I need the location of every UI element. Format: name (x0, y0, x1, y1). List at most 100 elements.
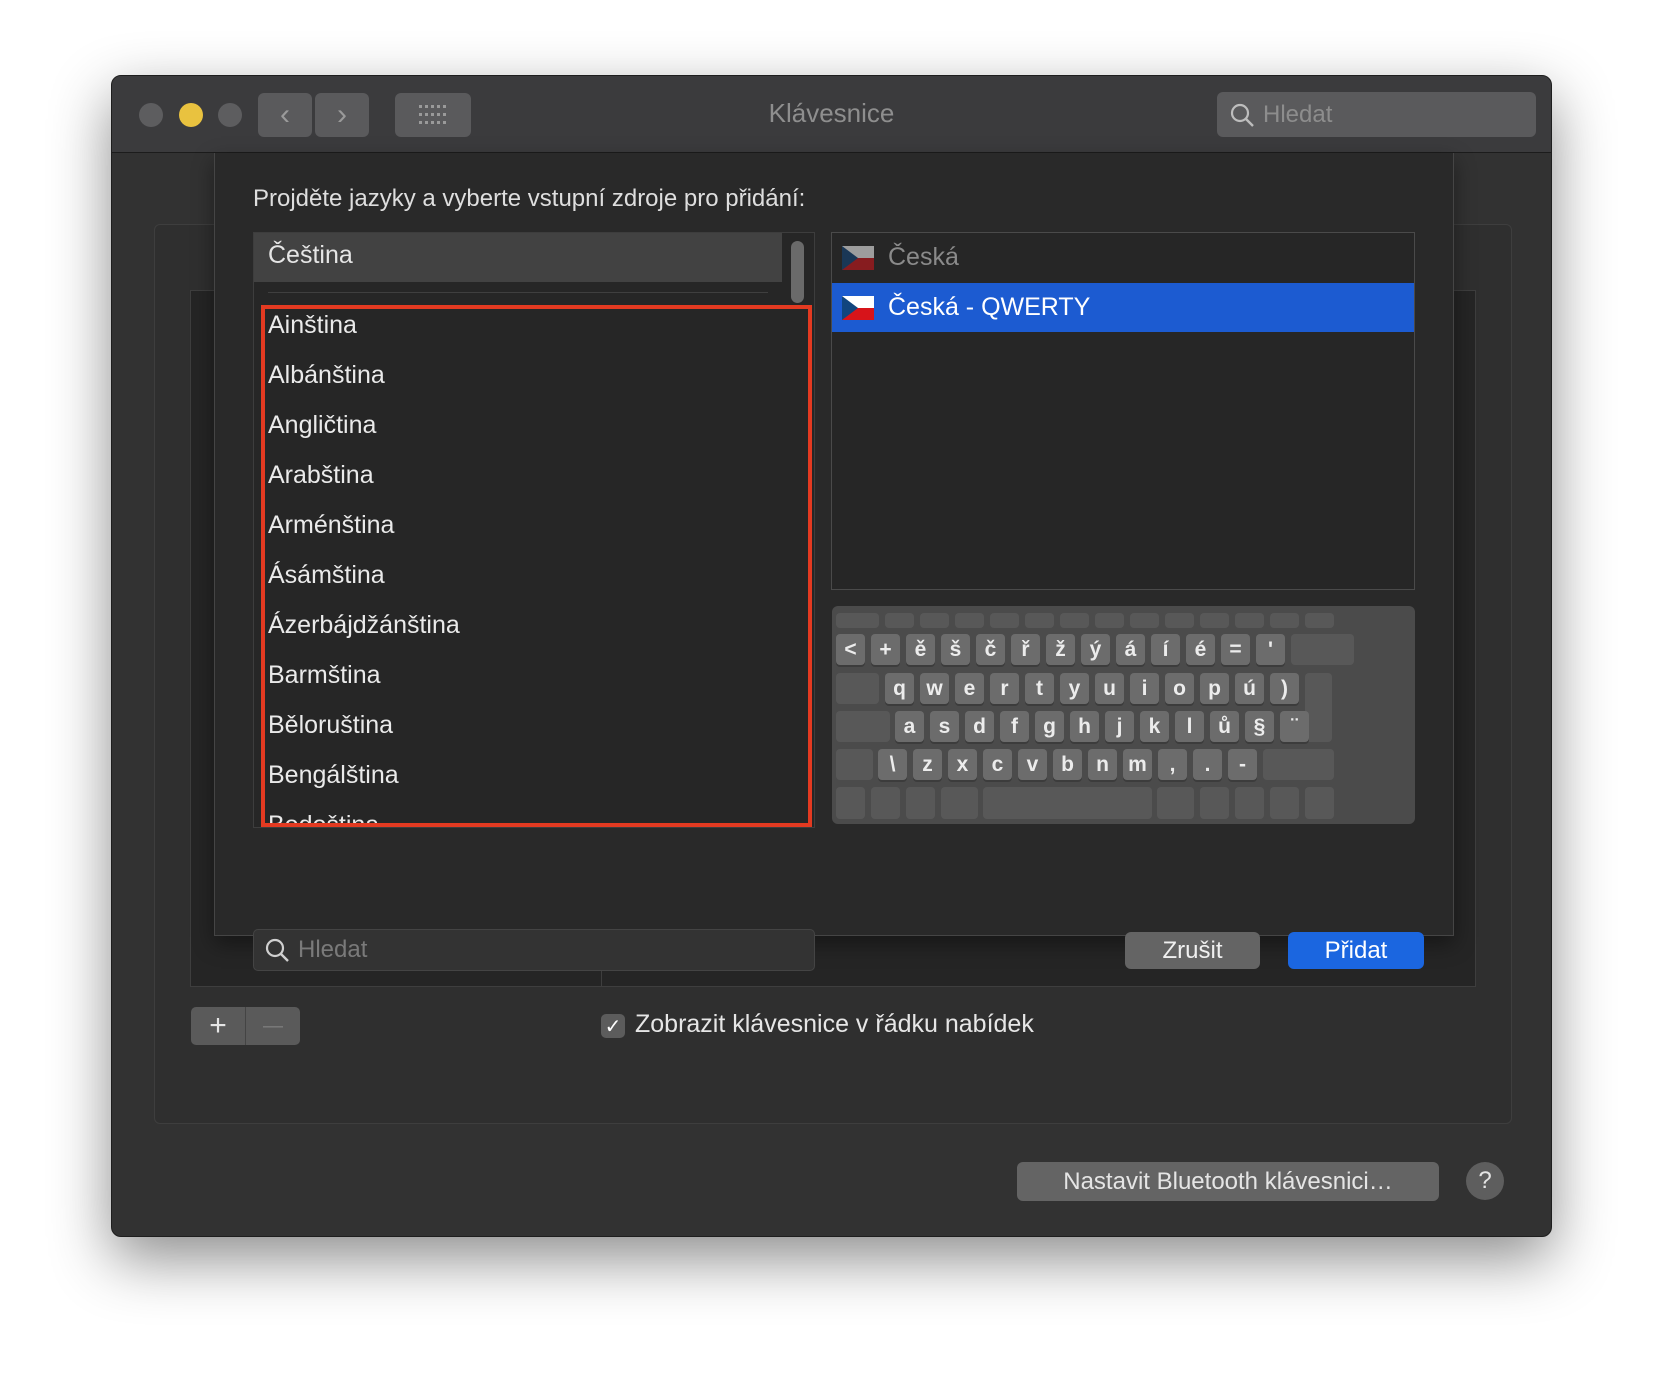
keyboard-key: c (983, 749, 1012, 780)
keyboard-key: é (1186, 634, 1215, 665)
keyboard-key: í (1151, 634, 1180, 665)
keyboard-key: ž (1046, 634, 1075, 665)
keyboard-blank-key (1157, 787, 1194, 819)
keyboard-key: - (1228, 749, 1257, 780)
keyboard-key: x (948, 749, 977, 780)
keyboard-blank-key (836, 749, 873, 780)
keyboard-key: u (1095, 673, 1124, 704)
scrollbar-thumb[interactable] (791, 241, 804, 303)
keyboard-key: j (1105, 711, 1134, 742)
help-button[interactable]: ? (1466, 1162, 1504, 1200)
add-source-button[interactable]: + (191, 1007, 246, 1045)
setup-bluetooth-keyboard-button[interactable]: Nastavit Bluetooth klávesnici… (1017, 1162, 1439, 1201)
keyboard-blank-key (920, 613, 949, 628)
keyboard-blank-key (1305, 787, 1334, 819)
keyboard-key: ¨ (1280, 711, 1309, 742)
keyboard-key: ř (1011, 634, 1040, 665)
keyboard-blank-key (836, 673, 879, 704)
keyboard-key: q (885, 673, 914, 704)
keyboard-key: l (1175, 711, 1204, 742)
keyboard-key: s (930, 711, 959, 742)
keyboard-layout-preview: < + ě š č ř ž ý á í é = ' q w e r t y u i o p ú) a s d f g h j k l ů § ¨ \ z x… (832, 606, 1415, 824)
keyboard-key: k (1140, 711, 1169, 742)
checkmark-icon: ✓ (604, 1015, 622, 1038)
keyboard-key: w (920, 673, 949, 704)
keyboard-blank-key (1235, 613, 1264, 628)
keyboard-blank-key (871, 787, 900, 819)
source-item-ceska[interactable]: Česká (832, 233, 1414, 282)
keyboard-blank-key (1165, 613, 1194, 628)
keyboard-blank-key (1270, 613, 1299, 628)
keyboard-blank-key (906, 787, 935, 819)
keyboard-key: ů (1210, 711, 1239, 742)
keyboard-key: b (1053, 749, 1082, 780)
keyboard-blank-key (1025, 613, 1054, 628)
keyboard-blank-key (990, 613, 1019, 628)
keyboard-key: ú (1235, 673, 1264, 704)
source-label: Česká - QWERTY (888, 293, 1091, 321)
keyboard-blank-key (1305, 613, 1334, 628)
keyboard-blank-key (983, 787, 1152, 819)
title-bar: ‹ › Klávesnice Hledat (112, 76, 1551, 153)
add-input-source-sheet: Projděte jazyky a vyberte vstupní zdroje… (214, 153, 1454, 971)
keyboard-key: e (955, 673, 984, 704)
toolbar-search-field[interactable]: Hledat (1217, 92, 1536, 137)
keyboard-key: ) (1270, 673, 1299, 704)
show-in-menu-bar-checkbox[interactable]: ✓ (601, 1014, 625, 1038)
keyboard-blank-key (1270, 787, 1299, 819)
czech-flag-icon (842, 295, 874, 320)
add-button[interactable]: Přidat (1288, 932, 1424, 969)
keyboard-blank-key (1305, 673, 1332, 742)
keyboard-preferences-window: ‹ › Klávesnice Hledat + — ✓ Zobrazit klá… (111, 75, 1552, 1237)
keyboard-key: r (990, 673, 1019, 704)
keyboard-key: + (871, 634, 900, 665)
keyboard-blank-key (885, 613, 914, 628)
keyboard-blank-key (1291, 634, 1354, 665)
search-icon (1230, 103, 1254, 127)
keyboard-blank-key (941, 787, 978, 819)
keyboard-key: i (1130, 673, 1159, 704)
keyboard-blank-key (955, 613, 984, 628)
keyboard-key: č (976, 634, 1005, 665)
keyboard-key: g (1035, 711, 1064, 742)
keyboard-key: , (1158, 749, 1187, 780)
add-remove-control: + — (191, 1007, 300, 1045)
keyboard-key: ý (1081, 634, 1110, 665)
keyboard-key: v (1018, 749, 1047, 780)
keyboard-key: p (1200, 673, 1229, 704)
keyboard-blank-key (1095, 613, 1124, 628)
keyboard-key: \ (878, 749, 907, 780)
keyboard-blank-key (836, 787, 865, 819)
keyboard-key: . (1193, 749, 1222, 780)
keyboard-blank-key (1200, 613, 1229, 628)
cancel-button[interactable]: Zrušit (1125, 932, 1260, 969)
keyboard-key: a (895, 711, 924, 742)
remove-source-button[interactable]: — (246, 1007, 300, 1045)
language-divider (268, 292, 768, 293)
language-search-field[interactable]: Hledat (253, 929, 815, 971)
keyboard-key: < (836, 634, 865, 665)
toolbar-search-placeholder: Hledat (1263, 100, 1333, 128)
keyboard-key: ě (906, 634, 935, 665)
source-item-ceska-qwerty[interactable]: Česká - QWERTY (832, 283, 1414, 332)
keyboard-blank-key (1130, 613, 1159, 628)
keyboard-key: d (965, 711, 994, 742)
keyboard-key: n (1088, 749, 1117, 780)
keyboard-blank-key (836, 711, 890, 742)
keyboard-key: § (1245, 711, 1274, 742)
input-source-list[interactable]: Česká Česká - QWERTY (831, 232, 1415, 590)
keyboard-key: ' (1256, 634, 1285, 665)
keyboard-blank-key (1200, 787, 1229, 819)
keyboard-key: z (913, 749, 942, 780)
keyboard-key: š (941, 634, 970, 665)
keyboard-key: m (1123, 749, 1152, 780)
keyboard-blank-key (1060, 613, 1089, 628)
keyboard-key: t (1025, 673, 1054, 704)
sheet-prompt: Projděte jazyky a vyberte vstupní zdroje… (253, 185, 806, 212)
keyboard-key: = (1221, 634, 1250, 665)
language-header-item[interactable]: Čeština (254, 233, 782, 282)
source-label: Česká (888, 243, 959, 271)
czech-flag-icon (842, 245, 874, 270)
keyboard-blank-key (1235, 787, 1264, 819)
keyboard-blank-key (1263, 749, 1334, 780)
